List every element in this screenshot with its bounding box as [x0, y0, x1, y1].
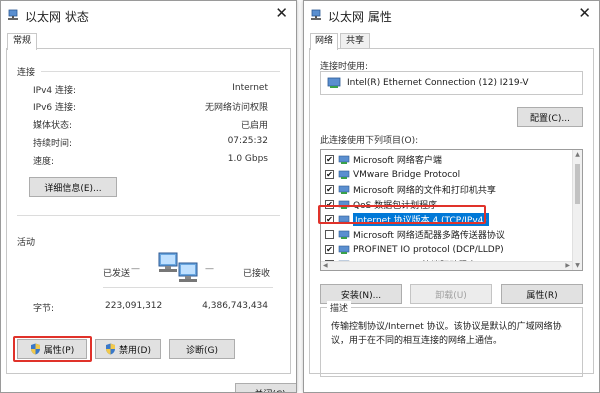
scroll-down-icon[interactable]: ▼ [573, 262, 582, 269]
network-component-icon [338, 170, 350, 179]
adapter-name: Intel(R) Ethernet Connection (12) I219-V [347, 78, 529, 88]
tab-general[interactable]: 常规 [7, 33, 37, 50]
ipv6-value: 无网络访问权限 [204, 103, 268, 113]
divider [103, 287, 273, 288]
uninstall-button: 卸载(U) [410, 284, 492, 304]
adapter-icon [327, 77, 341, 88]
received-label: 已接收 [243, 269, 271, 279]
close-button[interactable]: 关闭(C) [235, 383, 296, 392]
ethernet-properties-dialog: 以太网 属性 ✕ 网络 共享 连接时使用: Intel(R) Ethernet … [303, 0, 600, 393]
list-item[interactable]: ✔ VMware Bridge Protocol [325, 167, 570, 182]
list-item-label: Microsoft 网络适配器多路传送器协议 [353, 231, 505, 241]
ipv6-label: IPv6 连接: [33, 103, 77, 113]
title-bar: 以太网 属性 ✕ [304, 1, 599, 31]
horizontal-scrollbar[interactable]: ◀ ▶ [321, 261, 572, 270]
received-line: — [205, 264, 214, 274]
items-label: 此连接使用下列项目(O): [320, 136, 419, 146]
disable-button[interactable]: 禁用(D) [95, 339, 161, 359]
list-item[interactable]: ✔ PROFINET IO protocol (DCP/LLDP) [325, 242, 570, 257]
tab-sharing[interactable]: 共享 [340, 33, 370, 49]
divider [41, 71, 280, 72]
network-component-icon [338, 185, 350, 194]
vertical-scrollbar[interactable]: ▲ ▼ [572, 150, 582, 270]
highlight-box [318, 205, 486, 224]
checkbox[interactable]: ✔ [325, 185, 334, 194]
list-item-label: Microsoft 网络客户端 [353, 156, 442, 166]
network-icon [8, 9, 18, 20]
list-item-label: VMware Bridge Protocol [353, 169, 461, 180]
network-component-icon [338, 230, 350, 239]
shield-icon [106, 343, 116, 355]
list-item-label: PROFINET IO protocol (DCP/LLDP) [353, 244, 504, 255]
description-label: 描述 [327, 301, 352, 314]
ipv4-label: IPv4 连接: [33, 86, 77, 96]
item-properties-button[interactable]: 属性(R) [501, 284, 583, 304]
speed-value: 1.0 Gbps [227, 154, 268, 164]
window-title: 以太网 属性 [328, 10, 392, 24]
ipv4-value: Internet [232, 83, 268, 93]
description-group: 描述 传输控制协议/Internet 协议。该协议是默认的广域网络协议，用于在不… [320, 301, 583, 377]
connection-section-title: 连接 [17, 68, 36, 78]
divider [17, 215, 280, 216]
activity-section-title: 活动 [17, 238, 36, 248]
bytes-sent-value: 223,091,312 [105, 301, 163, 311]
adapter-box: Intel(R) Ethernet Connection (12) I219-V [320, 71, 583, 95]
highlight-box [13, 336, 92, 362]
list-item-label: Microsoft 网络的文件和打印机共享 [353, 186, 496, 196]
checkbox[interactable]: ✔ [325, 155, 334, 164]
diagnose-button[interactable]: 诊断(G) [169, 339, 235, 359]
scroll-right-icon[interactable]: ▶ [565, 262, 570, 269]
list-item[interactable]: ✔ Microsoft 网络客户端 [325, 152, 570, 167]
scroll-up-icon[interactable]: ▲ [573, 151, 582, 158]
computers-activity-icon [158, 252, 198, 282]
details-button[interactable]: 详细信息(E)... [29, 177, 117, 197]
tab-network[interactable]: 网络 [310, 33, 338, 50]
network-component-icon [338, 155, 350, 164]
scroll-left-icon[interactable]: ◀ [323, 262, 328, 269]
tab-panel: 连接时使用: Intel(R) Ethernet Connection (12)… [309, 48, 594, 377]
scroll-thumb[interactable] [575, 164, 580, 204]
window-title: 以太网 状态 [25, 10, 89, 24]
title-bar: 以太网 状态 ✕ [1, 1, 296, 31]
description-text: 传输控制协议/Internet 协议。该协议是默认的广域网络协议，用于在不同的相… [331, 322, 562, 346]
list-item[interactable]: ✔ Microsoft 网络的文件和打印机共享 [325, 182, 570, 197]
checkbox[interactable]: ✔ [325, 245, 334, 254]
checkbox[interactable]: ✔ [325, 170, 334, 179]
duration-label: 持续时间: [33, 139, 73, 149]
network-icon [311, 9, 321, 20]
close-icon[interactable]: ✕ [275, 6, 288, 21]
sent-label: 已发送 [103, 269, 131, 279]
tab-panel: 连接 IPv4 连接: Internet IPv6 连接: 无网络访问权限 媒体… [6, 48, 296, 392]
close-icon[interactable]: ✕ [578, 6, 591, 21]
speed-label: 速度: [33, 157, 55, 167]
media-status-label: 媒体状态: [33, 121, 73, 131]
network-component-icon [338, 245, 350, 254]
media-status-value: 已启用 [240, 121, 268, 131]
list-item[interactable]: Microsoft 网络适配器多路传送器协议 [325, 227, 570, 242]
configure-button[interactable]: 配置(C)... [517, 107, 583, 127]
disable-button-label: 禁用(D) [119, 345, 151, 356]
sent-line: — [131, 264, 140, 274]
bytes-received-value: 4,386,743,434 [202, 301, 268, 311]
duration-value: 07:25:32 [227, 136, 268, 146]
checkbox[interactable] [325, 230, 334, 239]
bytes-label: 字节: [33, 304, 55, 314]
ethernet-status-dialog: 以太网 状态 ✕ 常规 连接 IPv4 连接: Internet IPv6 连接… [0, 0, 297, 393]
